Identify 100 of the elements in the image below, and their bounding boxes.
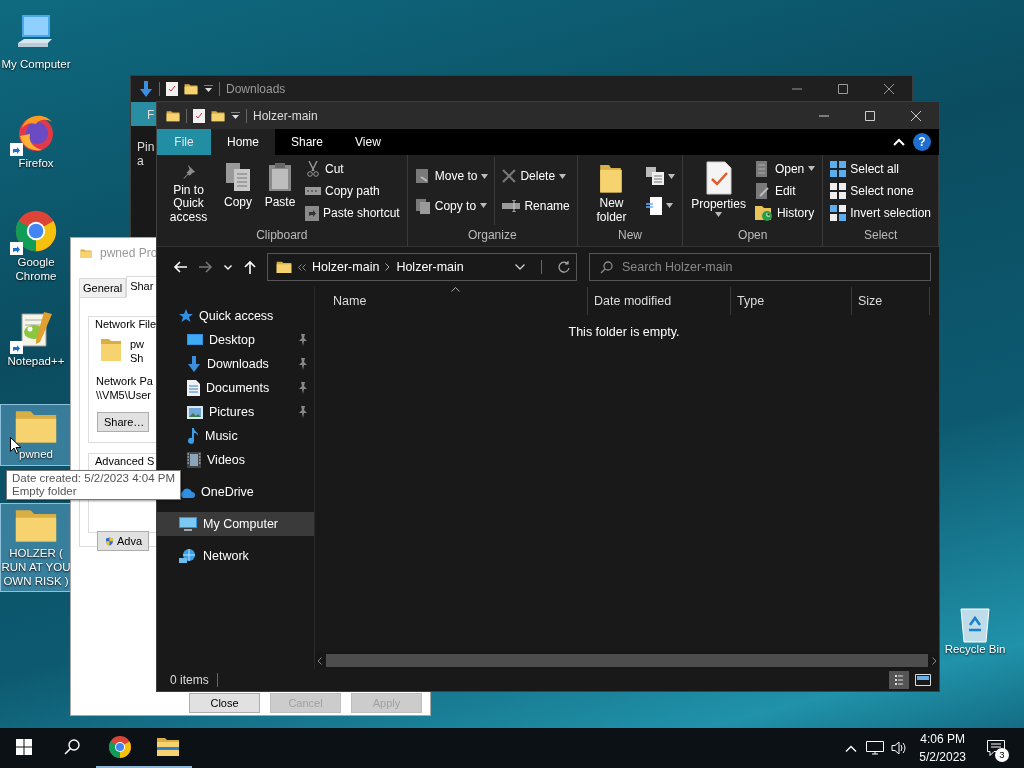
desktop-icon[interactable]: Google Chrome	[0, 206, 72, 288]
nav-item[interactable]: Pictures	[157, 400, 314, 424]
desktop-icon[interactable]: My Computer	[0, 8, 72, 76]
nav-item[interactable]: Quick access	[157, 304, 314, 328]
message-icon	[987, 740, 1005, 756]
ribbon-button[interactable]: History	[752, 202, 818, 224]
ribbon-button[interactable]: Properties	[688, 157, 749, 225]
ribbon-button[interactable]: Select none	[828, 180, 933, 202]
ribbon-button[interactable]: Edit	[752, 180, 818, 202]
ribbon-button[interactable]	[644, 165, 678, 187]
ribbon-button[interactable]: Copy	[219, 157, 257, 225]
scroll-right-icon	[932, 656, 937, 665]
folder-icon	[211, 108, 225, 123]
view-button[interactable]	[913, 671, 933, 689]
ribbon-tab[interactable]: Share	[275, 129, 340, 155]
column-header[interactable]: Type	[731, 287, 852, 315]
ribbon-button[interactable]: Delete	[500, 165, 572, 187]
address-bar[interactable]: Holzer-main Holzer-main	[267, 253, 577, 281]
refresh-icon	[558, 261, 570, 273]
column-header[interactable]: Name	[315, 287, 588, 315]
nav-item[interactable]: Network	[157, 544, 314, 568]
ribbon-tab[interactable]: View	[339, 129, 397, 155]
page-arrow-icon	[646, 196, 663, 215]
network-monitor-icon	[866, 741, 885, 755]
ribbon-group-label: New	[617, 227, 643, 244]
folder-info-text: Sh	[130, 351, 145, 365]
nav-item[interactable]: Videos	[157, 448, 314, 472]
breadcrumb-item[interactable]: Holzer-main	[396, 257, 464, 277]
browser-icon	[108, 735, 132, 759]
cloud-icon	[179, 486, 195, 498]
search-icon	[600, 261, 613, 274]
ribbon-button[interactable]: Rename	[500, 195, 572, 217]
folder-icon	[184, 82, 198, 96]
ribbon-button[interactable]: Invert selection	[828, 202, 933, 224]
desktop-icon[interactable]: Firefox	[0, 107, 72, 175]
ribbon-button[interactable]: Select all	[828, 158, 933, 180]
document-icon	[187, 380, 200, 396]
nav-item[interactable]: My Computer	[157, 512, 314, 536]
nav-item[interactable]: Downloads	[157, 352, 314, 376]
chevron-down-icon	[224, 264, 232, 270]
caret-icon	[204, 85, 213, 93]
ribbon-group-label: Select	[862, 227, 899, 244]
folder-icon	[276, 259, 292, 275]
grid-empty-icon	[830, 183, 847, 199]
ribbon-button[interactable]: New folder	[582, 157, 641, 225]
chevron-down-icon	[515, 264, 525, 270]
dialog-button[interactable]: Close	[189, 693, 260, 713]
computer-icon	[179, 516, 197, 532]
nav-item[interactable]: Documents	[157, 376, 314, 400]
desktop-icon[interactable]: Notepad++	[0, 305, 72, 373]
music-note-icon	[187, 428, 199, 444]
column-header[interactable]: Size	[852, 287, 930, 315]
ribbon-button[interactable]: Open	[752, 158, 818, 180]
double-chevron-icon	[298, 263, 306, 271]
shortcut-paste-icon	[305, 205, 319, 222]
ribbon-button[interactable]: Copy to	[412, 195, 491, 217]
dialog-tab[interactable]: Shar	[126, 276, 158, 298]
breadcrumb-item[interactable]: Holzer-main	[312, 257, 380, 277]
details-view-icon	[894, 674, 904, 686]
desktop-icon[interactable]: pwned	[0, 404, 72, 466]
ribbon-button[interactable]: Paste shortcut	[303, 202, 402, 224]
desktop-icon[interactable]: HOLZER ( RUN AT YOU OWN RISK )	[0, 503, 72, 593]
up-arrow-icon	[244, 260, 256, 274]
desktop-icon[interactable]: Recycle Bin	[938, 600, 1012, 661]
chevron-right-icon	[385, 263, 391, 271]
dialog-tab[interactable]: General	[79, 278, 127, 298]
download-arrow-icon	[187, 356, 201, 372]
download-arrow-icon	[139, 81, 153, 97]
speaker-icon	[891, 741, 908, 755]
notifications-button[interactable]: 3	[974, 728, 1018, 768]
ribbon-button[interactable]: Pin a	[137, 140, 159, 168]
search-field[interactable]: Search Holzer-main	[589, 253, 931, 281]
ribbon-button[interactable]: Cut	[303, 158, 402, 180]
help-button[interactable]: ?	[913, 133, 931, 151]
maximize-icon	[865, 110, 875, 121]
scrollbar-thumb[interactable]	[326, 654, 928, 667]
ribbon-tab[interactable]: Home	[211, 129, 275, 155]
ribbon-group-label: Open	[737, 227, 769, 244]
mouse-cursor-icon	[10, 437, 21, 454]
column-header[interactable]: Date modified	[588, 287, 731, 315]
clock[interactable]: 4:06 PM 5/2/2023	[911, 728, 974, 768]
browser-icon	[14, 209, 58, 253]
folder-icon	[80, 247, 92, 259]
window-title: Downloads	[226, 81, 286, 98]
back-arrow-icon	[173, 261, 187, 273]
nav-item[interactable]: Desktop	[157, 328, 314, 352]
view-button[interactable]	[889, 671, 909, 689]
item-count: 0 items	[170, 672, 209, 689]
ribbon-button[interactable]: Move to	[412, 165, 491, 187]
ribbon-button[interactable]: Copy path	[303, 180, 402, 202]
advanced-sharing-button[interactable]: Adva	[97, 531, 149, 551]
ribbon-button[interactable]: Paste	[261, 157, 299, 225]
pencil-page-icon	[754, 183, 771, 199]
share-button[interactable]: Share…	[97, 412, 149, 432]
move-icon	[414, 168, 431, 185]
desktop-icon	[187, 333, 203, 347]
ribbon-button[interactable]: Pin to Quick access	[162, 157, 215, 225]
nav-item[interactable]: Music	[157, 424, 314, 448]
collapse-chevron-icon	[893, 138, 905, 146]
search-icon	[64, 739, 80, 755]
